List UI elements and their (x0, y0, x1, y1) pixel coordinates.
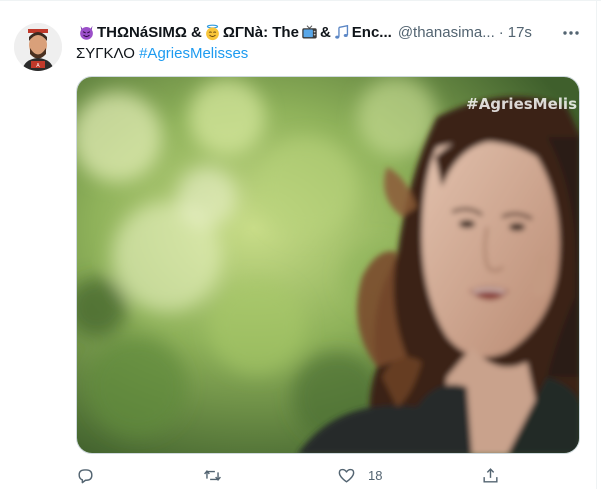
separator-dot: · (498, 23, 504, 41)
tweet-header: ΤΗΩΝáSIMΩ & ΩΓΝà: The & Enc... @thanasim… (76, 21, 546, 43)
display-name-part1: ΤΗΩΝáSIMΩ & (97, 23, 202, 41)
tweet-actions: 18 (76, 466, 506, 488)
top-divider (0, 0, 601, 1)
hashtag-link[interactable]: #AgriesMelisses (139, 45, 248, 62)
like-icon (338, 468, 355, 483)
like-count: 18 (368, 468, 383, 483)
tweet-text: ΣΥΓΚΛΟ #AgriesMelisses (76, 44, 248, 64)
retweet-button[interactable] (203, 466, 234, 485)
reply-icon (78, 469, 93, 484)
display-name[interactable]: ΤΗΩΝáSIMΩ & ΩΓΝà: The & Enc... (76, 24, 392, 41)
media-watermark: #AgriesMelis (466, 95, 577, 113)
user-handle[interactable]: @thanasima... (398, 24, 495, 41)
avatar-label: A (36, 63, 40, 69)
tweet-media[interactable]: #AgriesMelis (76, 76, 580, 454)
like-button[interactable]: 18 (337, 466, 382, 485)
retweet-icon (204, 470, 221, 481)
devil-emoji-icon (80, 25, 93, 40)
avatar[interactable]: A (14, 23, 62, 71)
angel-emoji-icon (206, 24, 219, 40)
tweet-text-body: ΣΥΓΚΛΟ (76, 45, 140, 62)
display-name-part3: & (319, 23, 331, 41)
right-divider (596, 0, 597, 489)
reply-button[interactable] (76, 466, 107, 485)
timestamp[interactable]: 17s (508, 24, 532, 41)
more-icon (563, 31, 579, 35)
media-image (77, 77, 579, 453)
tv-emoji-icon (302, 24, 317, 38)
music-notes-emoji-icon (335, 24, 348, 39)
display-name-part4: Enc... (351, 23, 392, 41)
share-button[interactable] (481, 466, 500, 485)
display-name-part2: ΩΓΝà: The (222, 23, 299, 41)
share-icon (483, 468, 498, 483)
more-button[interactable] (560, 22, 582, 44)
